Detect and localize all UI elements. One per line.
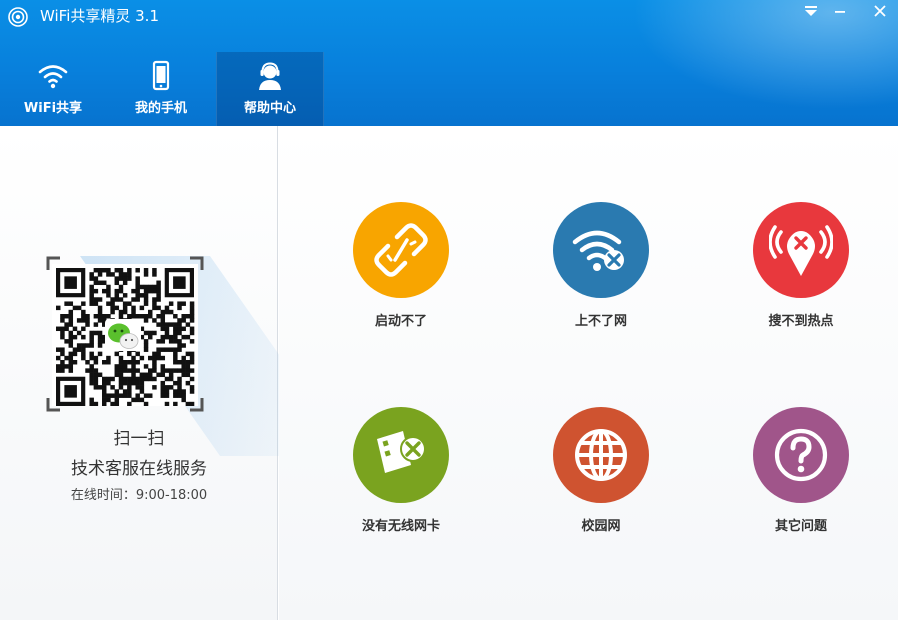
help-icon-circle	[753, 202, 849, 298]
help-label: 没有无线网卡	[361, 519, 440, 534]
support-panel: 扫一扫 技术客服在线服务 在线时间：9:00-18:00	[0, 126, 351, 620]
help-label: 上不了网	[574, 314, 627, 329]
wifi-error-icon	[572, 230, 624, 271]
help-item-other-issues[interactable]: 其它问题	[726, 407, 876, 534]
close-icon	[874, 5, 886, 17]
app-logo-icon	[8, 7, 28, 27]
help-item-no-hotspot[interactable]: 搜不到热点	[726, 202, 876, 329]
wechat-qr-code	[52, 264, 198, 406]
support-agent-icon	[259, 62, 281, 90]
app-title: WiFi共享精灵 3.1	[40, 7, 159, 25]
tab-my-phone[interactable]: 我的手机	[106, 52, 216, 126]
help-item-no-wireless-card[interactable]: 没有无线网卡	[326, 407, 476, 534]
globe-icon	[575, 429, 627, 481]
menu-button[interactable]	[797, 0, 825, 22]
help-grid: 启动不了 上不了网 搜不到热点 没有无线网卡 校园网 其它问题	[279, 126, 898, 620]
broken-link-icon	[374, 223, 428, 277]
tab-label: 帮助中心	[243, 101, 296, 116]
tab-label: WiFi共享	[23, 101, 83, 116]
tab-wifi-share[interactable]: WiFi共享	[0, 52, 106, 126]
wifi-icon	[38, 65, 68, 89]
minimize-icon	[835, 11, 845, 13]
help-label: 搜不到热点	[768, 314, 834, 329]
help-label: 启动不了	[374, 314, 427, 329]
wireless-card-error-icon	[377, 431, 426, 473]
service-text: 技术客服在线服务	[71, 459, 207, 479]
help-icon-circle	[353, 407, 449, 503]
help-label: 校园网	[581, 519, 621, 534]
minimize-button[interactable]	[826, 0, 854, 22]
scan-prompt: 扫一扫	[113, 429, 165, 449]
service-hours: 在线时间：9:00-18:00	[70, 488, 208, 503]
help-icon-circle	[553, 407, 649, 503]
main-nav: WiFi共享 我的手机 帮助中心	[0, 52, 324, 126]
help-icon-circle	[553, 202, 649, 298]
question-icon	[774, 428, 828, 482]
help-icon-circle	[753, 407, 849, 503]
tab-label: 我的手机	[134, 101, 187, 116]
help-item-cannot-start[interactable]: 启动不了	[326, 202, 476, 329]
help-label: 其它问题	[774, 519, 827, 534]
title-bar: WiFi共享精灵 3.1 WiFi共享 我的手机 帮助中心	[0, 0, 898, 126]
dropdown-menu-icon	[805, 6, 817, 16]
help-item-no-internet[interactable]: 上不了网	[526, 202, 676, 329]
help-item-campus-network[interactable]: 校园网	[526, 407, 676, 534]
close-button[interactable]	[866, 0, 894, 22]
phone-icon	[152, 60, 170, 91]
hotspot-error-icon	[769, 225, 833, 276]
tab-help-center[interactable]: 帮助中心	[216, 52, 324, 126]
help-icon-circle	[353, 202, 449, 298]
